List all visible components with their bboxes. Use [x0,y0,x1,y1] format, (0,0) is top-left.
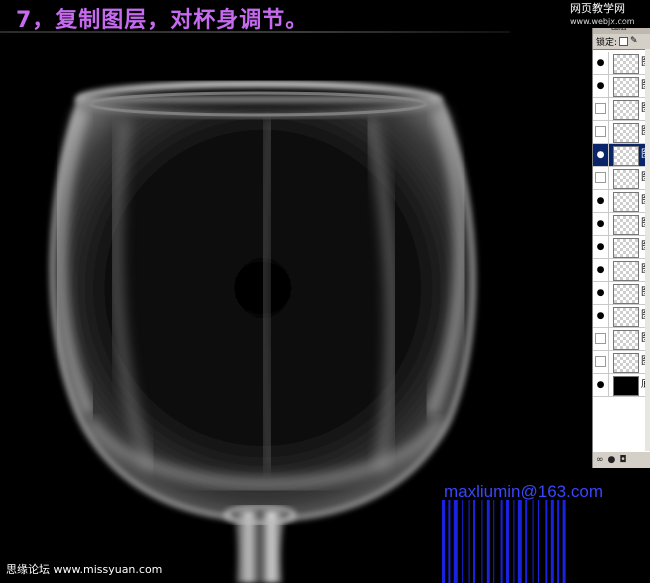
layer-thumbnail [613,353,639,373]
layer-thumbnail [613,307,639,327]
brush-lock-icon[interactable]: ✎ [630,36,638,46]
layer-row[interactable]: 图 [593,351,650,374]
barcode-bar [493,500,495,583]
barcode-bar [562,500,566,583]
layer-thumbnail [613,54,639,74]
barcode-bar [506,500,509,583]
barcode-bar [538,500,539,583]
layer-row[interactable]: ●图 [593,213,650,236]
title-divider [0,31,510,33]
barcode-bar [550,500,554,583]
eye-hidden-box[interactable] [593,351,609,373]
barcode-bar [557,500,560,583]
layer-thumbnail [613,123,639,143]
barcode-bar [532,500,534,583]
layer-row[interactable]: ●图 [593,190,650,213]
barcode-bar [448,500,451,583]
barcode-bar [481,500,483,583]
site-watermark-bottom: 思缘论坛 www.missyuan.com [6,563,163,576]
barcode-bar [453,500,458,583]
layer-thumbnail [613,100,639,120]
layer-row[interactable]: 图 [593,167,650,190]
barcode-bar [486,500,490,583]
author-email: maxliumin@163.com [444,482,603,501]
eye-icon[interactable]: ● [593,144,609,166]
barcode [442,500,566,583]
layers-panel: 图层 锁定: ✎ ●图●图图图●图图●图●图●图●图●图●图图图●底 ∞ ● ◘ [592,22,650,468]
eye-icon[interactable]: ● [593,374,609,396]
layer-row[interactable]: ●图 [593,282,650,305]
lock-transparency-checkbox[interactable] [619,36,629,46]
layer-row[interactable]: ●图 [593,52,650,75]
layer-thumbnail [613,330,639,350]
layer-thumbnail [613,192,639,212]
mask-icon[interactable]: ◘ [619,455,626,465]
layer-row[interactable]: 图 [593,121,650,144]
layer-thumbnail [613,261,639,281]
step-title: 7，复制图层，对杯身调节。 [16,8,309,33]
layer-thumbnail [613,169,639,189]
barcode-bar [525,500,528,583]
layer-thumbnail [613,376,639,396]
lock-label: 锁定: [596,37,618,48]
fx-icon[interactable]: ● [608,455,616,465]
eye-icon[interactable]: ● [593,282,609,304]
eye-icon[interactable]: ● [593,259,609,281]
barcode-bar [473,500,475,583]
layer-row[interactable]: 图 [593,98,650,121]
site-watermark-top-url: www.webjx.com [570,17,635,26]
eye-hidden-box[interactable] [593,167,609,189]
layer-thumbnail [613,215,639,235]
lock-row: 锁定: ✎ [593,34,650,48]
eye-hidden-box[interactable] [593,121,609,143]
barcode-bar [462,500,464,583]
eye-icon[interactable]: ● [593,52,609,74]
barcode-bar [468,500,470,583]
layers-panel-footer: ∞ ● ◘ [593,452,650,468]
site-watermark-top-name: 网页教学网 [570,2,625,15]
barcode-bar [517,500,522,583]
barcode-bar [442,500,445,583]
layers-tab-label: 图层 [611,22,627,31]
eye-icon[interactable]: ● [593,190,609,212]
layer-row[interactable]: ●图 [593,144,650,167]
site-watermark-top: 网页教学网 www.webjx.com [570,2,639,28]
layer-thumbnail [613,284,639,304]
layer-row[interactable]: ●图 [593,236,650,259]
eye-icon[interactable]: ● [593,236,609,258]
eye-icon[interactable]: ● [593,213,609,235]
layer-thumbnail [613,146,639,166]
layers-list: ●图●图图图●图图●图●图●图●图●图●图图图●底 [593,49,650,452]
layer-row[interactable]: ●底 [593,374,650,397]
barcode-bar [545,500,548,583]
layer-row[interactable]: ●图 [593,259,650,282]
glass-reflection-2 [256,117,278,471]
layer-thumbnail [613,77,639,97]
layers-scrollbar[interactable] [645,49,650,451]
layer-row[interactable]: ●图 [593,305,650,328]
barcode-bar [500,500,503,583]
eye-icon[interactable]: ● [593,75,609,97]
eye-hidden-box[interactable] [593,98,609,120]
layer-row[interactable]: ●图 [593,75,650,98]
eye-icon[interactable]: ● [593,305,609,327]
layer-row[interactable]: 图 [593,328,650,351]
barcode-bar [513,500,515,583]
link-icon[interactable]: ∞ [596,455,604,465]
eye-hidden-box[interactable] [593,328,609,350]
layer-thumbnail [613,238,639,258]
